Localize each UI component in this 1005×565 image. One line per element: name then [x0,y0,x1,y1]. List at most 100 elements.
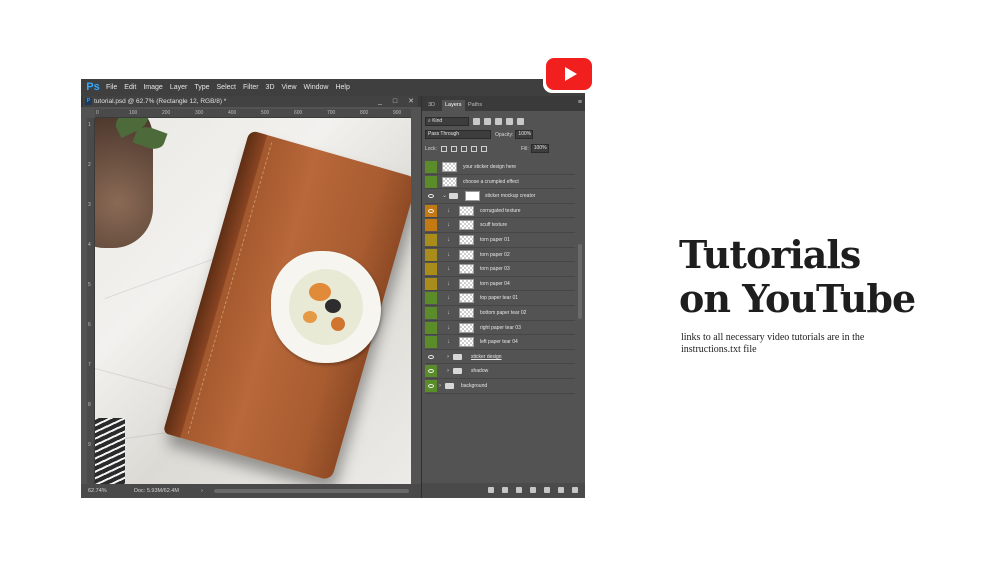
cat-patch [303,311,317,323]
layer-row[interactable]: ↓ torn paper 03 [425,262,575,277]
layer-visibility-toggle[interactable] [425,336,437,349]
fill-input[interactable]: 100% [530,144,549,153]
menu-image[interactable]: Image [143,79,162,96]
lock-transparency-icon[interactable] [440,145,447,152]
opacity-input[interactable]: 100% [515,130,534,139]
menu-3d[interactable]: 3D [266,79,275,96]
layer-visibility-toggle[interactable] [425,161,437,173]
layer-row[interactable]: choose a crumpled effect [425,174,575,190]
clipping-mask-icon: ↓ [447,295,450,302]
lock-artboard-icon[interactable] [470,145,477,152]
menu-type[interactable]: Type [194,79,209,96]
tab-layers[interactable]: Layers [442,100,465,111]
layer-row[interactable]: › sticker design [425,349,575,365]
folder-icon [453,353,462,360]
layer-visibility-toggle[interactable] [425,379,437,392]
new-group-icon[interactable] [544,487,550,493]
lock-position-icon[interactable] [460,145,467,152]
layer-name: shadow [471,368,489,375]
blend-mode-select[interactable]: Pass Through [425,130,491,139]
layers-panel: 3D Layers Paths ≡ ⌕ Kind Pass Through Op… [421,96,585,498]
adjustment-layer-icon[interactable] [530,487,536,493]
zoom-level[interactable]: 62.74% [88,484,107,498]
menu-filter[interactable]: Filter [243,79,259,96]
layer-row[interactable]: › background [425,378,575,394]
panel-menu-icon[interactable]: ≡ [578,99,582,106]
minimize-icon[interactable]: _ [378,96,382,107]
document-tab-title: tutorial.psd @ 62.7% (Rectangle 12, RGB/… [94,98,227,105]
menu-edit[interactable]: Edit [124,79,136,96]
ruler-v-label: 2 [88,162,91,168]
layer-row[interactable]: › shadow [425,364,575,379]
layer-visibility-toggle[interactable] [425,263,437,276]
layer-visibility-toggle[interactable] [425,175,437,188]
layer-visibility-toggle[interactable] [425,190,437,202]
lock-pixels-icon[interactable] [450,145,457,152]
status-menu-arrow-icon[interactable]: › [201,484,203,498]
layer-row[interactable]: ↓ torn paper 02 [425,247,575,263]
menu-window[interactable]: Window [304,79,329,96]
tab-3d[interactable]: 3D [425,100,438,111]
menu-select[interactable]: Select [217,79,236,96]
expand-chevron-icon[interactable]: ⌄ [442,192,447,200]
filter-shape-icon[interactable] [506,118,513,125]
layer-style-icon[interactable] [502,487,508,493]
close-icon[interactable]: ✕ [408,96,414,107]
opacity-label: Opacity: [495,131,514,138]
filter-kind-value: Kind [432,118,443,124]
layer-visibility-toggle[interactable] [425,248,437,261]
window-controls: _ □ ✕ [378,96,414,107]
headline-line-2: on YouTube [679,276,916,321]
maximize-icon[interactable]: □ [393,96,397,107]
horizontal-scrollbar[interactable] [214,489,409,493]
menu-file[interactable]: File [106,79,117,96]
layer-visibility-toggle[interactable] [425,219,437,232]
ruler-h-label: 400 [228,110,237,116]
layer-visibility-toggle[interactable] [425,233,437,246]
new-layer-icon[interactable] [558,487,564,493]
layer-mask-thumbnail [465,191,480,202]
youtube-badge[interactable] [543,55,595,93]
layer-name: torn paper 01 [480,236,510,243]
layer-row[interactable]: ↓ right paper tear 03 [425,320,575,336]
layer-name: top paper tear 01 [480,295,519,302]
menu-help[interactable]: Help [335,79,349,96]
filter-type-icon[interactable] [495,118,502,125]
layer-mask-icon[interactable] [516,487,522,493]
layer-row[interactable]: ⌄ sticker mockup creator [425,189,575,204]
expand-chevron-icon[interactable]: › [447,367,449,375]
layer-name: scuff texture [480,222,508,229]
menu-view[interactable]: View [282,79,297,96]
tab-paths[interactable]: Paths [465,100,485,111]
layers-scrollbar[interactable] [578,244,582,319]
layer-row[interactable]: ↓ left paper tear 04 [425,335,575,350]
layer-row[interactable]: ↓ bottom paper tear 02 [425,305,575,321]
layer-row[interactable]: ↓ scuff texture [425,218,575,233]
filter-adjustment-icon[interactable] [484,118,491,125]
menu-layer[interactable]: Layer [170,79,188,96]
link-layers-icon[interactable] [488,487,494,493]
layer-visibility-toggle[interactable] [425,306,437,319]
filter-pixel-icon[interactable] [473,118,480,125]
layer-visibility-toggle[interactable] [425,351,437,363]
layer-visibility-toggle[interactable] [425,365,437,378]
filter-smart-object-icon[interactable] [517,118,524,125]
lock-all-icon[interactable] [480,145,487,152]
ruler-h-label: 800 [360,110,369,116]
layer-row[interactable]: ↓ torn paper 04 [425,276,575,292]
layer-row[interactable]: ↓ corrugated texture [425,203,575,219]
layer-row[interactable]: ↓ torn paper 01 [425,232,575,248]
expand-chevron-icon[interactable]: › [447,353,449,361]
document-canvas[interactable] [95,118,411,484]
document-tab[interactable]: P tutorial.psd @ 62.7% (Rectangle 12, RG… [83,96,418,107]
layer-visibility-toggle[interactable] [425,204,437,217]
layer-visibility-toggle[interactable] [425,277,437,290]
delete-layer-icon[interactable] [572,487,578,493]
layer-row[interactable]: your sticker design here [425,160,575,175]
layer-visibility-toggle[interactable] [425,292,437,305]
expand-chevron-icon[interactable]: › [439,382,441,390]
layer-row[interactable]: ↓ top paper tear 01 [425,291,575,306]
vertical-ruler: 1 2 3 4 5 6 7 8 9 [87,118,95,484]
layer-visibility-toggle[interactable] [425,321,437,334]
filter-kind-select[interactable]: ⌕ Kind [425,117,469,126]
